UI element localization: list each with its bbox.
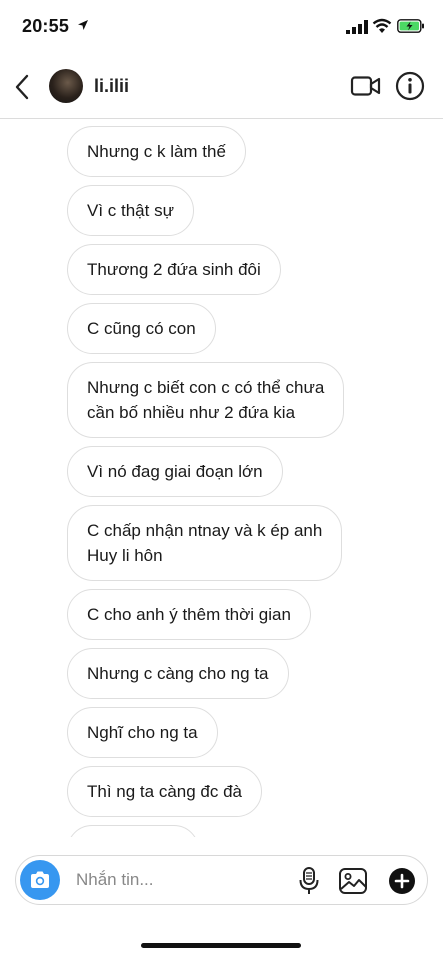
message-bubble[interactable]: C chấp nhận ntnay và k ép anh Huy li hôn [67, 505, 343, 581]
info-icon[interactable] [395, 71, 425, 101]
gallery-icon[interactable] [338, 867, 368, 895]
message-bubble[interactable]: C cũng có con [67, 303, 216, 354]
video-call-icon[interactable] [350, 74, 382, 98]
camera-icon [31, 871, 49, 888]
message-bubble[interactable]: Vì nó đag giai đoạn lớn [67, 446, 283, 497]
plus-icon[interactable] [388, 867, 416, 895]
message-bubble[interactable]: Thương 2 đứa sinh đôi [67, 244, 281, 295]
message-thread: Nhưng c k làm thế Vì c thật sự Thương 2 … [0, 119, 443, 837]
wifi-icon [372, 18, 392, 33]
chat-username[interactable]: li.ilii [94, 76, 129, 97]
microphone-icon[interactable] [298, 866, 320, 896]
message-bubble[interactable]: Nghĩ cho ng ta [67, 707, 218, 758]
message-bubble[interactable]: Vì c thật sự [67, 185, 194, 236]
message-bubble[interactable]: Nhưng c càng cho ng ta [67, 648, 289, 699]
message-composer [15, 855, 428, 905]
message-input[interactable] [76, 869, 276, 891]
message-bubble[interactable]: Nhưng c k làm thế [67, 126, 246, 177]
message-bubble[interactable]: Thì ng ta càng đc đà [67, 766, 262, 817]
back-chevron-icon[interactable] [14, 72, 30, 102]
signal-icon [346, 20, 368, 34]
status-time: 20:55 [22, 16, 70, 36]
avatar[interactable] [49, 69, 83, 103]
home-indicator [141, 943, 301, 948]
location-arrow-icon [78, 20, 88, 30]
chat-header: li.ilii [0, 56, 443, 119]
message-bubble-partial[interactable] [67, 825, 199, 837]
message-bubble[interactable]: Nhưng c biết con c có thể chưa cần bố nh… [67, 362, 345, 438]
status-bar: 20:55 [0, 0, 443, 56]
battery-icon [397, 19, 424, 33]
message-bubble[interactable]: C cho anh ý thêm thời gian [67, 589, 311, 640]
camera-button[interactable] [20, 860, 60, 900]
